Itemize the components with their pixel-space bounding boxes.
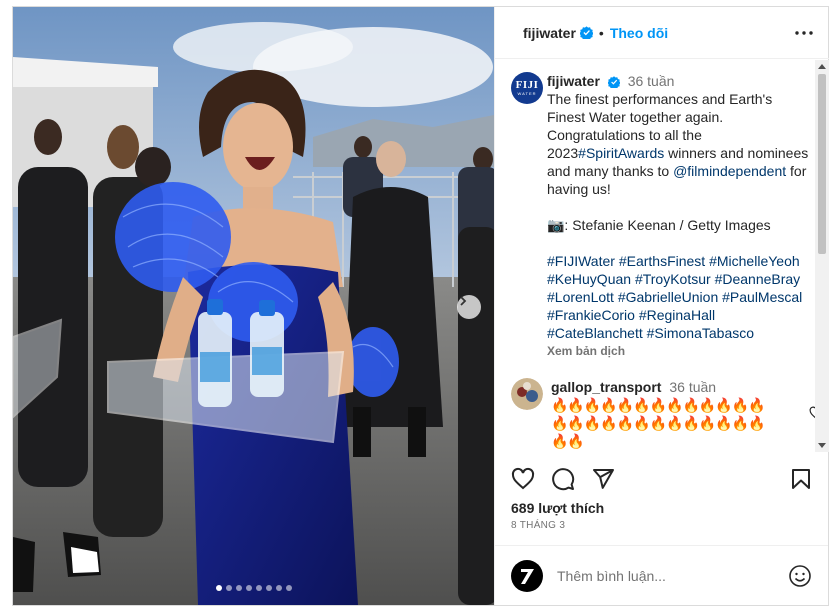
commenter-avatar[interactable] <box>511 378 543 410</box>
comment-text: 🔥🔥🔥🔥🔥🔥🔥🔥🔥🔥🔥🔥🔥🔥🔥🔥🔥🔥🔥🔥🔥🔥🔥🔥🔥🔥🔥🔥 <box>551 397 766 449</box>
follow-button[interactable]: Theo dõi <box>610 25 668 41</box>
photo-illustration <box>13 7 494 605</box>
caption-time[interactable]: 36 tuần <box>628 73 675 89</box>
comments-scrollbar[interactable] <box>815 60 829 452</box>
emoji-icon[interactable] <box>788 564 812 588</box>
chevron-right-icon <box>460 296 467 306</box>
post-header: fijiwater • Theo dõi <box>495 7 829 59</box>
bookmark-icon[interactable] <box>789 467 813 494</box>
like-count[interactable]: 689 lượt thích <box>511 500 604 516</box>
carousel-indicator <box>13 585 494 591</box>
comment-item: gallop_transport 36 tuần 🔥🔥🔥🔥🔥🔥🔥🔥🔥🔥🔥🔥🔥🔥🔥… <box>511 378 823 450</box>
carousel-dot <box>255 585 262 591</box>
post-modal: fijiwater • Theo dõi FIJI WATER fijiwate… <box>12 6 829 606</box>
post-photo[interactable] <box>13 7 494 605</box>
photo-credit: 📷: Stefanie Keenan / Getty Images <box>547 217 771 233</box>
comments-list[interactable]: FIJI WATER fijiwater 36 tuần The finest … <box>495 60 828 452</box>
post-date[interactable]: 8 THÁNG 3 <box>511 520 565 531</box>
next-image-button[interactable] <box>457 295 481 319</box>
fiji-avatar[interactable]: FIJI WATER <box>511 72 543 104</box>
comment-body: gallop_transport 36 tuần 🔥🔥🔥🔥🔥🔥🔥🔥🔥🔥🔥🔥🔥🔥🔥… <box>551 378 771 450</box>
heart-icon[interactable] <box>511 467 535 494</box>
verified-badge-icon <box>607 76 620 89</box>
hashtag-list[interactable]: #FIJIWater #EarthsFinest #MichelleYeoh #… <box>547 253 802 341</box>
comment-time[interactable]: 36 tuần <box>669 379 716 395</box>
caption-username[interactable]: fijiwater <box>547 73 600 89</box>
avatar-logo-text: FIJI <box>515 79 539 91</box>
see-translation-link[interactable]: Xem bản dịch <box>547 342 809 360</box>
user-avatar[interactable] <box>511 559 543 592</box>
carousel-dot <box>245 585 252 591</box>
scroll-down-arrow-icon[interactable] <box>818 443 826 448</box>
carousel-dot <box>225 585 232 591</box>
carousel-dot <box>275 585 282 591</box>
avatar-logo-subtext: WATER <box>517 91 537 96</box>
header-username[interactable]: fijiwater <box>523 25 576 41</box>
scrollbar-thumb[interactable] <box>818 74 826 254</box>
comment-icon[interactable] <box>551 467 575 494</box>
carousel-dot <box>215 585 222 591</box>
verified-badge-icon <box>579 26 593 39</box>
carousel-dot <box>285 585 292 591</box>
caption-body: fijiwater 36 tuần The finest performance… <box>547 72 809 360</box>
share-icon[interactable] <box>591 467 615 494</box>
action-bar <box>495 461 828 505</box>
scroll-up-arrow-icon[interactable] <box>818 64 826 69</box>
carousel-dot <box>235 585 242 591</box>
comment-input[interactable] <box>557 567 788 584</box>
hashtag-link[interactable]: #SpiritAwards <box>578 145 664 161</box>
more-options-icon[interactable] <box>795 30 813 35</box>
post-side-panel: fijiwater • Theo dõi FIJI WATER fijiwate… <box>494 7 829 605</box>
post-caption: FIJI WATER fijiwater 36 tuần The finest … <box>511 72 811 360</box>
comment-username[interactable]: gallop_transport <box>551 379 661 395</box>
add-comment-bar <box>495 545 828 605</box>
mention-link[interactable]: @filmindependent <box>673 163 786 179</box>
carousel-dot <box>265 585 272 591</box>
header-separator: • <box>598 24 604 41</box>
